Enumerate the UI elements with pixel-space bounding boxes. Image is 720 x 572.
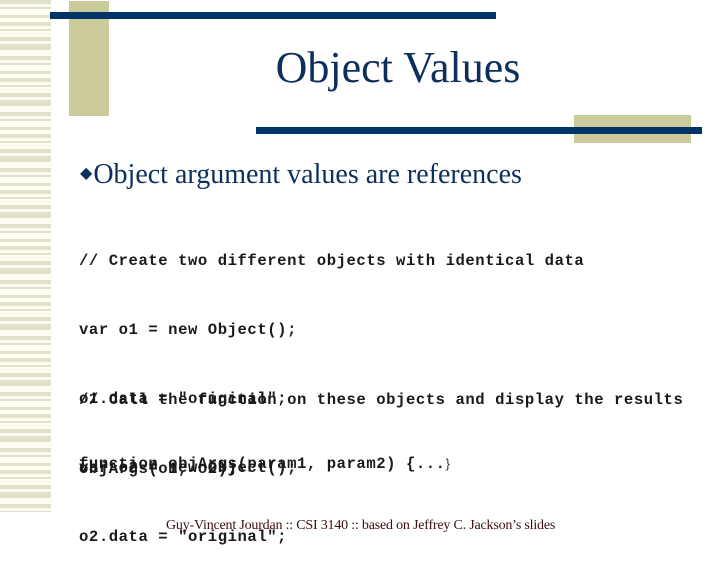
code-line: function objArgs(param1, param2) {...} xyxy=(79,452,451,475)
decorative-navy-bar-top xyxy=(50,12,496,19)
bullet-text: Object argument values are references xyxy=(93,159,522,190)
code-block-function-definition: function objArgs(param1, param2) {...} xyxy=(79,406,451,498)
diamond-bullet-icon: ◆ xyxy=(80,165,93,182)
bullet-point: ◆Object argument values are references xyxy=(80,156,522,193)
code-line: var o1 = new Object(); xyxy=(79,321,297,339)
function-signature: function objArgs(param1, param2) {... xyxy=(79,455,446,473)
code-line: // Create two different objects with ide… xyxy=(79,252,585,270)
decorative-navy-bar-bottom xyxy=(256,127,702,134)
slide-footer: Guy-Vincent Jourdan :: CSI 3140 :: based… xyxy=(166,518,556,533)
decorative-stripes xyxy=(0,0,51,512)
closing-brace: } xyxy=(445,456,451,471)
slide-title: Object Values xyxy=(275,43,521,92)
